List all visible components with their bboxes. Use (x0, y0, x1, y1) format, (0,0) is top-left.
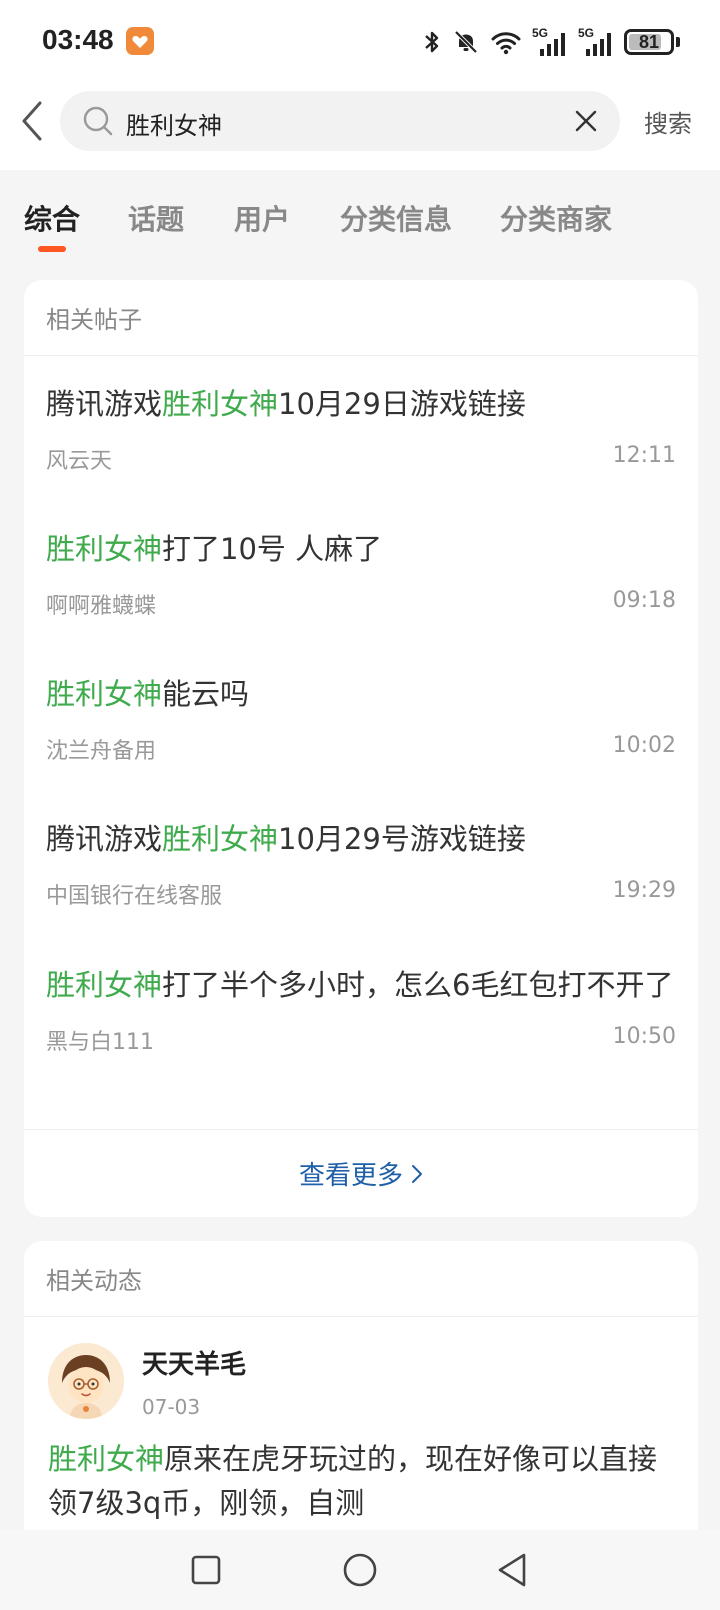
post-item[interactable]: 腾讯游戏胜利女神10月29日游戏链接 风云天 12:11 (46, 379, 676, 475)
post-title-highlight: 胜利女神 (46, 532, 163, 566)
post-time: 09:18 (612, 588, 676, 613)
status-bar: 03:48 5G 5G 81 (0, 0, 720, 84)
status-time: 03:48 (42, 24, 114, 55)
feed-text-highlight: 胜利女神 (48, 1442, 165, 1476)
search-input[interactable]: 胜利女神 (60, 91, 620, 151)
feed-user: 天天羊毛 07-03 (48, 1343, 246, 1419)
see-more-label: 查看更多 (298, 1161, 403, 1191)
post-item[interactable]: 胜利女神能云吗 沈兰舟备用 10:02 (46, 669, 676, 765)
post-title-highlight: 胜利女神 (46, 968, 163, 1002)
close-icon (575, 110, 597, 132)
post-title-highlight: 胜利女神 (162, 822, 279, 856)
system-nav-bar (0, 1530, 720, 1610)
post-title-text: 腾讯游戏 (46, 822, 163, 856)
cellular-signal-2: 5G (578, 26, 614, 56)
see-more-button[interactable]: 查看更多 (24, 1129, 698, 1217)
cellular-signal-1: 5G (532, 26, 568, 56)
magnifier-icon (83, 106, 113, 136)
status-icons: 5G 5G 81 (422, 24, 680, 60)
related-feeds-header: 相关动态 (24, 1241, 698, 1317)
post-author: 风云天 (46, 449, 113, 474)
back-arrow-icon (22, 101, 42, 141)
post-title-text: 能云吗 (162, 677, 250, 711)
nav-back-button[interactable] (482, 1540, 542, 1600)
related-posts-card: 相关帖子 腾讯游戏胜利女神10月29日游戏链接 风云天 12:11 胜利女神打了1… (24, 280, 698, 1217)
post-author: 黑与白111 (46, 1030, 154, 1055)
post-time: 12:11 (612, 443, 676, 468)
square-icon (191, 1555, 221, 1585)
post-title: 胜利女神打了10号 人麻了 (46, 524, 676, 574)
post-time: 10:50 (612, 1024, 676, 1049)
home-button[interactable] (330, 1540, 390, 1600)
search-header: 胜利女神 搜索 (0, 84, 720, 170)
post-title-text: 10月29日游戏链接 (278, 387, 526, 421)
avatar[interactable] (48, 1343, 124, 1419)
tab-classifieds[interactable]: 分类信息 (340, 198, 452, 238)
chevron-right-icon (412, 1164, 422, 1183)
post-author: 中国银行在线客服 (46, 884, 223, 909)
tab-users[interactable]: 用户 (234, 198, 290, 238)
feed-user-name[interactable]: 天天羊毛 (142, 1344, 246, 1381)
post-author: 沈兰舟备用 (46, 739, 157, 764)
app-notification-icon (126, 27, 154, 55)
signal-bars-icon (586, 33, 611, 56)
post-time: 10:02 (612, 733, 676, 758)
post-title-highlight: 胜利女神 (46, 677, 163, 711)
recent-apps-button[interactable] (176, 1540, 236, 1600)
back-button[interactable] (10, 96, 54, 146)
battery-cap (676, 37, 680, 47)
post-item[interactable]: 胜利女神打了半个多小时，怎么6毛红包打不开了 黑与白111 10:50 (46, 960, 676, 1056)
feed-date: 07-03 (142, 1394, 201, 1419)
related-feeds-card: 相关动态 天天羊毛 07-03 胜利女神原来在虎牙玩过的，现在好像可以直接领7级… (24, 1241, 698, 1561)
tab-topics[interactable]: 话题 (128, 198, 184, 238)
bluetooth-icon (425, 31, 439, 53)
related-posts-header: 相关帖子 (24, 280, 698, 356)
search-tabs: 综合 话题 用户 分类信息 分类商家 (0, 170, 720, 256)
avatar-illustration (48, 1343, 124, 1419)
battery-percent: 81 (638, 31, 660, 52)
search-query[interactable]: 胜利女神 (126, 106, 222, 141)
post-title-text: 打了半个多小时，怎么6毛红包打不开了 (162, 968, 674, 1002)
post-title: 胜利女神打了半个多小时，怎么6毛红包打不开了 (46, 960, 676, 1010)
post-title: 腾讯游戏胜利女神10月29日游戏链接 (46, 379, 676, 429)
tab-merchants[interactable]: 分类商家 (500, 198, 612, 238)
battery-icon: 81 (624, 29, 674, 55)
clear-search-button[interactable] (570, 105, 602, 137)
active-tab-indicator (38, 246, 66, 252)
post-item[interactable]: 胜利女神打了10号 人麻了 啊啊雅蠛蝶 09:18 (46, 524, 676, 620)
triangle-back-icon (498, 1553, 526, 1587)
wifi-icon (491, 32, 521, 55)
post-time: 19:29 (612, 878, 676, 903)
feed-text[interactable]: 胜利女神原来在虎牙玩过的，现在好像可以直接领7级3q币，刚领，自测 (48, 1437, 674, 1525)
post-title: 腾讯游戏胜利女神10月29号游戏链接 (46, 814, 676, 864)
circle-icon (343, 1553, 377, 1587)
post-title-highlight: 胜利女神 (162, 387, 279, 421)
search-button[interactable]: 搜索 (644, 104, 692, 139)
mute-bell-icon (454, 30, 478, 54)
signal-bars-icon (540, 33, 565, 56)
post-title: 胜利女神能云吗 (46, 669, 676, 719)
post-title-text: 打了10号 人麻了 (162, 532, 383, 566)
tab-comprehensive[interactable]: 综合 (24, 198, 80, 238)
post-title-text: 10月29号游戏链接 (278, 822, 526, 856)
post-author: 啊啊雅蠛蝶 (46, 594, 157, 619)
post-item[interactable]: 腾讯游戏胜利女神10月29号游戏链接 中国银行在线客服 19:29 (46, 814, 676, 910)
post-title-text: 腾讯游戏 (46, 387, 163, 421)
